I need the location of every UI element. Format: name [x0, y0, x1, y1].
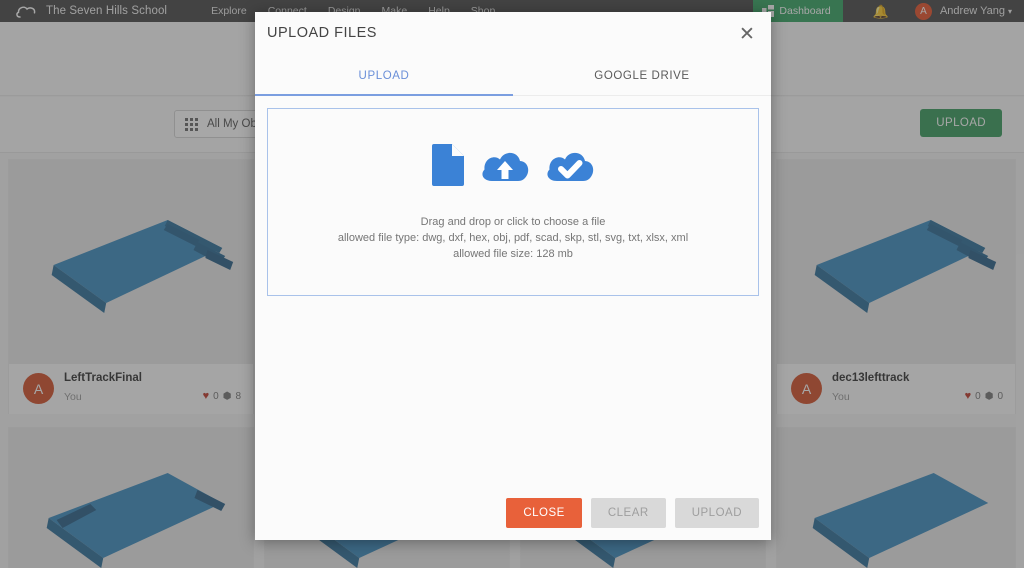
tab-upload[interactable]: UPLOAD: [255, 56, 513, 96]
app-root: The Seven Hills School Explore Connect D…: [0, 0, 1024, 568]
file-dropzone[interactable]: Drag and drop or click to choose a file …: [267, 108, 759, 296]
close-button[interactable]: CLOSE: [506, 498, 582, 528]
tab-google-drive[interactable]: GOOGLE DRIVE: [513, 56, 771, 95]
tab-upload-label: UPLOAD: [358, 69, 410, 82]
close-icon[interactable]: ✕: [735, 22, 759, 46]
dialog-header: UPLOAD FILES ✕: [255, 12, 771, 56]
page-title: UPLOAD FILES: [267, 25, 377, 41]
dialog-body: Drag and drop or click to choose a file …: [255, 96, 771, 486]
clear-button[interactable]: CLEAR: [590, 498, 666, 528]
cloud-check-icon: [544, 144, 596, 184]
upload-files-dialog: UPLOAD FILES ✕ UPLOAD GOOGLE DRIVE Drag …: [255, 12, 771, 540]
dialog-footer: CLOSE CLEAR UPLOAD: [255, 486, 771, 540]
upload-button[interactable]: UPLOAD: [674, 498, 759, 528]
dropzone-text: Drag and drop or click to choose a file …: [338, 214, 688, 262]
dropzone-instruction: Drag and drop or click to choose a file: [420, 216, 606, 228]
file-document-icon: [430, 142, 466, 186]
dropzone-allowed-size: allowed file size: 128 mb: [453, 248, 573, 260]
tab-google-drive-label: GOOGLE DRIVE: [594, 69, 690, 82]
cloud-upload-icon: [479, 144, 531, 184]
dialog-tabs: UPLOAD GOOGLE DRIVE: [255, 56, 771, 96]
dropzone-icons: [430, 142, 596, 186]
dropzone-allowed-types: allowed file type: dwg, dxf, hex, obj, p…: [337, 232, 689, 244]
